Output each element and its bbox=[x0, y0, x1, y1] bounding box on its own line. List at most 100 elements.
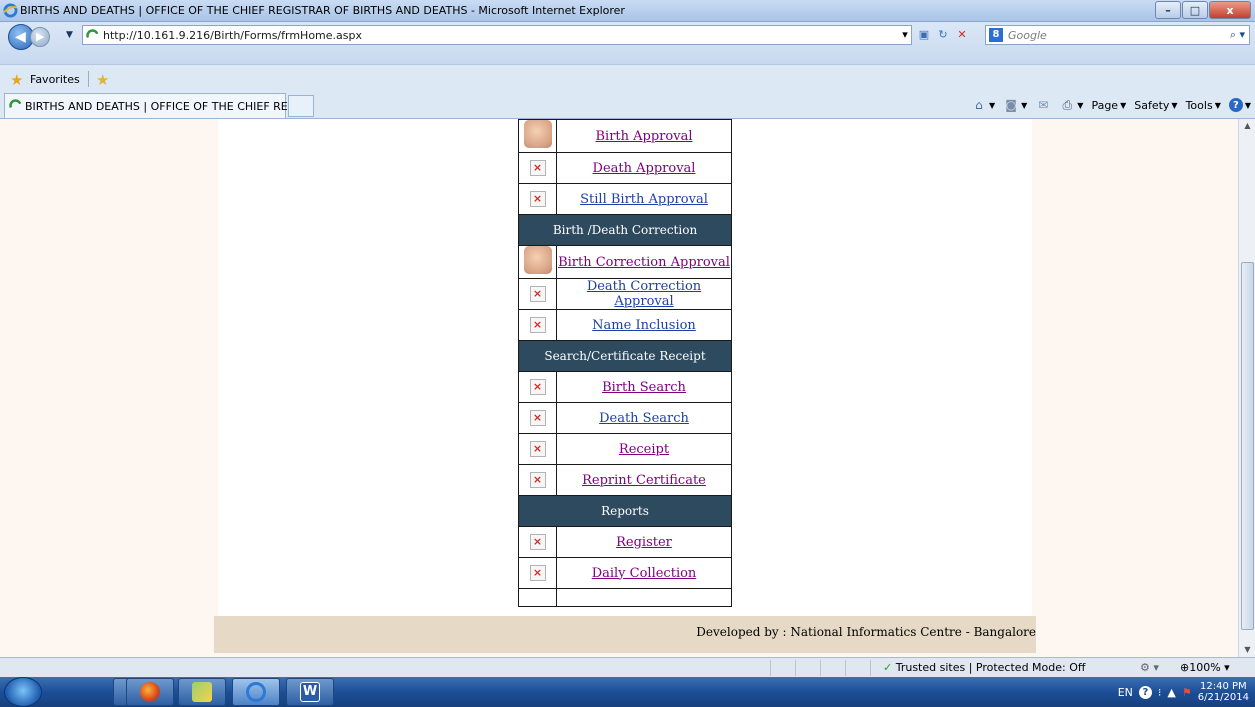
menu-link[interactable]: Register bbox=[616, 535, 672, 550]
recent-pages-dropdown-icon[interactable]: ▼ bbox=[66, 30, 73, 40]
minimize-button[interactable]: – bbox=[1155, 1, 1181, 19]
refresh-icon[interactable]: ↻ bbox=[935, 25, 951, 43]
search-box[interactable]: 8 Google ⌕ ▾ bbox=[985, 25, 1250, 45]
menu-row: × Death Approval bbox=[518, 152, 732, 184]
taskbar-firefox-button[interactable] bbox=[126, 678, 174, 706]
menu-link[interactable]: Birth Approval bbox=[596, 129, 693, 144]
broken-image-icon: × bbox=[529, 441, 546, 457]
approval-menu-table: Birth Approval × Death Approval × Still Birt… bbox=[518, 119, 732, 607]
zoom-label: 100% bbox=[1189, 661, 1221, 674]
menu-link[interactable]: Death Correction Approval bbox=[587, 279, 701, 309]
menu-link[interactable]: Death Search bbox=[599, 411, 689, 426]
menu-row: × Birth Search bbox=[518, 371, 732, 403]
maximize-button[interactable]: □ bbox=[1182, 1, 1208, 19]
scroll-down-icon[interactable]: ▼ bbox=[1239, 643, 1255, 657]
favorites-button[interactable]: Favorites bbox=[30, 73, 80, 86]
vertical-scrollbar[interactable]: ▲ ▼ bbox=[1238, 119, 1255, 657]
menu-section-row: Birth /Death Correction bbox=[518, 214, 732, 246]
menu-link[interactable]: Death Approval bbox=[593, 161, 696, 176]
start-button[interactable] bbox=[4, 677, 42, 707]
menu-icon-cell: × bbox=[518, 557, 557, 589]
menu-link[interactable]: Birth Correction Approval bbox=[558, 255, 730, 270]
feeds-button[interactable]: ◙ ▼ bbox=[1003, 97, 1027, 113]
site-favicon-icon bbox=[86, 29, 99, 38]
print-button[interactable]: ⎙ ▼ bbox=[1059, 97, 1083, 113]
printer-icon: ⎙ bbox=[1062, 97, 1073, 112]
safety-menu[interactable]: Safety ▼ bbox=[1134, 99, 1177, 112]
taskbar-ie-button[interactable] bbox=[232, 678, 280, 706]
new-tab-button[interactable] bbox=[288, 95, 314, 117]
tools-menu[interactable]: Tools ▼ bbox=[1186, 99, 1221, 112]
menu-blank-row bbox=[518, 588, 732, 607]
menu-row: × Name Inclusion bbox=[518, 309, 732, 341]
menu-row: × Reprint Certificate bbox=[518, 464, 732, 496]
menu-link[interactable]: Still Birth Approval bbox=[580, 192, 708, 207]
taskbar-word-button[interactable]: W bbox=[286, 678, 334, 706]
menu-icon-cell: × bbox=[518, 526, 557, 558]
menu-icon-cell: × bbox=[518, 309, 557, 341]
menu-section-row: Reports bbox=[518, 495, 732, 527]
network-icon[interactable]: ⁝ bbox=[1158, 686, 1162, 699]
menu-icon-cell: × bbox=[518, 464, 557, 496]
menu-link[interactable]: Reprint Certificate bbox=[582, 473, 706, 488]
help-tray-icon[interactable]: ? bbox=[1138, 685, 1152, 699]
action-center-icon[interactable]: ⚑ bbox=[1182, 686, 1192, 699]
compatibility-view-icon[interactable]: ▣ bbox=[916, 25, 932, 43]
status-separator bbox=[795, 660, 796, 676]
menu-link[interactable]: Name Inclusion bbox=[592, 318, 696, 333]
taskbar-app-button[interactable] bbox=[178, 678, 226, 706]
broken-image-icon: × bbox=[529, 160, 546, 176]
menu-link-cell: Reprint Certificate bbox=[556, 464, 732, 496]
close-icon: x bbox=[1226, 3, 1234, 17]
minimize-icon: – bbox=[1165, 3, 1171, 17]
menu-link[interactable]: Daily Collection bbox=[592, 566, 697, 581]
favorites-star-icon[interactable]: ★ bbox=[10, 71, 23, 89]
change-status-icon[interactable]: ⚙ ▾ bbox=[1140, 661, 1159, 674]
add-to-favorites-icon[interactable]: ★ bbox=[96, 71, 109, 89]
url-text: http://10.161.9.216/Birth/Forms/frmHome.… bbox=[103, 29, 363, 42]
scrollbar-thumb[interactable] bbox=[1241, 262, 1254, 630]
broken-image-icon: × bbox=[529, 379, 546, 395]
scroll-up-icon[interactable]: ▲ bbox=[1239, 119, 1255, 133]
status-separator bbox=[820, 660, 821, 676]
menu-icon-cell bbox=[518, 119, 557, 153]
menu-row: × Daily Collection bbox=[518, 557, 732, 589]
word-icon: W bbox=[300, 682, 320, 702]
address-bar[interactable]: http://10.161.9.216/Birth/Forms/frmHome.… bbox=[82, 25, 912, 45]
home-button[interactable]: ⌂ ▼ bbox=[971, 97, 995, 113]
security-zone-label: Trusted sites | Protected Mode: Off bbox=[895, 661, 1086, 674]
broken-image-icon: × bbox=[529, 286, 546, 302]
tab-bar: BIRTHS AND DEATHS | OFFICE OF THE CHIEF … bbox=[0, 92, 1255, 119]
language-indicator[interactable]: EN bbox=[1118, 686, 1133, 699]
safety-menu-label: Safety bbox=[1134, 98, 1170, 112]
menu-link-cell: Still Birth Approval bbox=[556, 183, 732, 215]
menu-link-cell: Death Search bbox=[556, 402, 732, 434]
favorites-bar: ★ Favorites ★ bbox=[0, 64, 1255, 92]
forward-button[interactable]: ▶ bbox=[30, 27, 50, 47]
show-hidden-icons-icon[interactable]: ▲ bbox=[1167, 686, 1175, 699]
page-menu[interactable]: Page ▼ bbox=[1091, 99, 1126, 112]
menu-link[interactable]: Receipt bbox=[619, 442, 669, 457]
app-icon bbox=[192, 682, 212, 702]
security-zone[interactable]: ✓ Trusted sites | Protected Mode: Off bbox=[883, 661, 1085, 674]
navigation-bar: ◀ ▶ ▼ http://10.161.9.216/Birth/Forms/fr… bbox=[0, 22, 1255, 64]
help-button[interactable]: ? ▼ bbox=[1228, 98, 1251, 112]
internet-explorer-icon bbox=[246, 682, 266, 702]
search-provider-icon: 8 bbox=[989, 28, 1003, 42]
read-mail-button[interactable]: ✉ bbox=[1035, 97, 1051, 113]
zoom-level[interactable]: ⊕100% ▾ bbox=[1180, 661, 1230, 674]
page-menu-label: Page bbox=[1091, 98, 1119, 112]
close-button[interactable]: x bbox=[1209, 1, 1251, 19]
tab-births-and-deaths[interactable]: BIRTHS AND DEATHS | OFFICE OF THE CHIEF … bbox=[4, 93, 298, 118]
menu-link[interactable]: Birth Search bbox=[602, 380, 686, 395]
broken-image-icon: × bbox=[529, 191, 546, 207]
site-favicon-icon bbox=[9, 99, 22, 108]
menu-row: × Death Search bbox=[518, 402, 732, 434]
help-icon: ? bbox=[1228, 98, 1243, 112]
address-dropdown-icon[interactable]: ▾ bbox=[897, 25, 913, 43]
clock-time: 12:40 PM bbox=[1200, 681, 1247, 692]
search-icon[interactable]: ⌕ ▾ bbox=[1230, 28, 1245, 42]
clock[interactable]: 12:40 PM 6/21/2014 bbox=[1198, 681, 1249, 703]
menu-link-cell: Birth Approval bbox=[556, 119, 732, 153]
stop-icon[interactable]: ✕ bbox=[954, 25, 970, 43]
